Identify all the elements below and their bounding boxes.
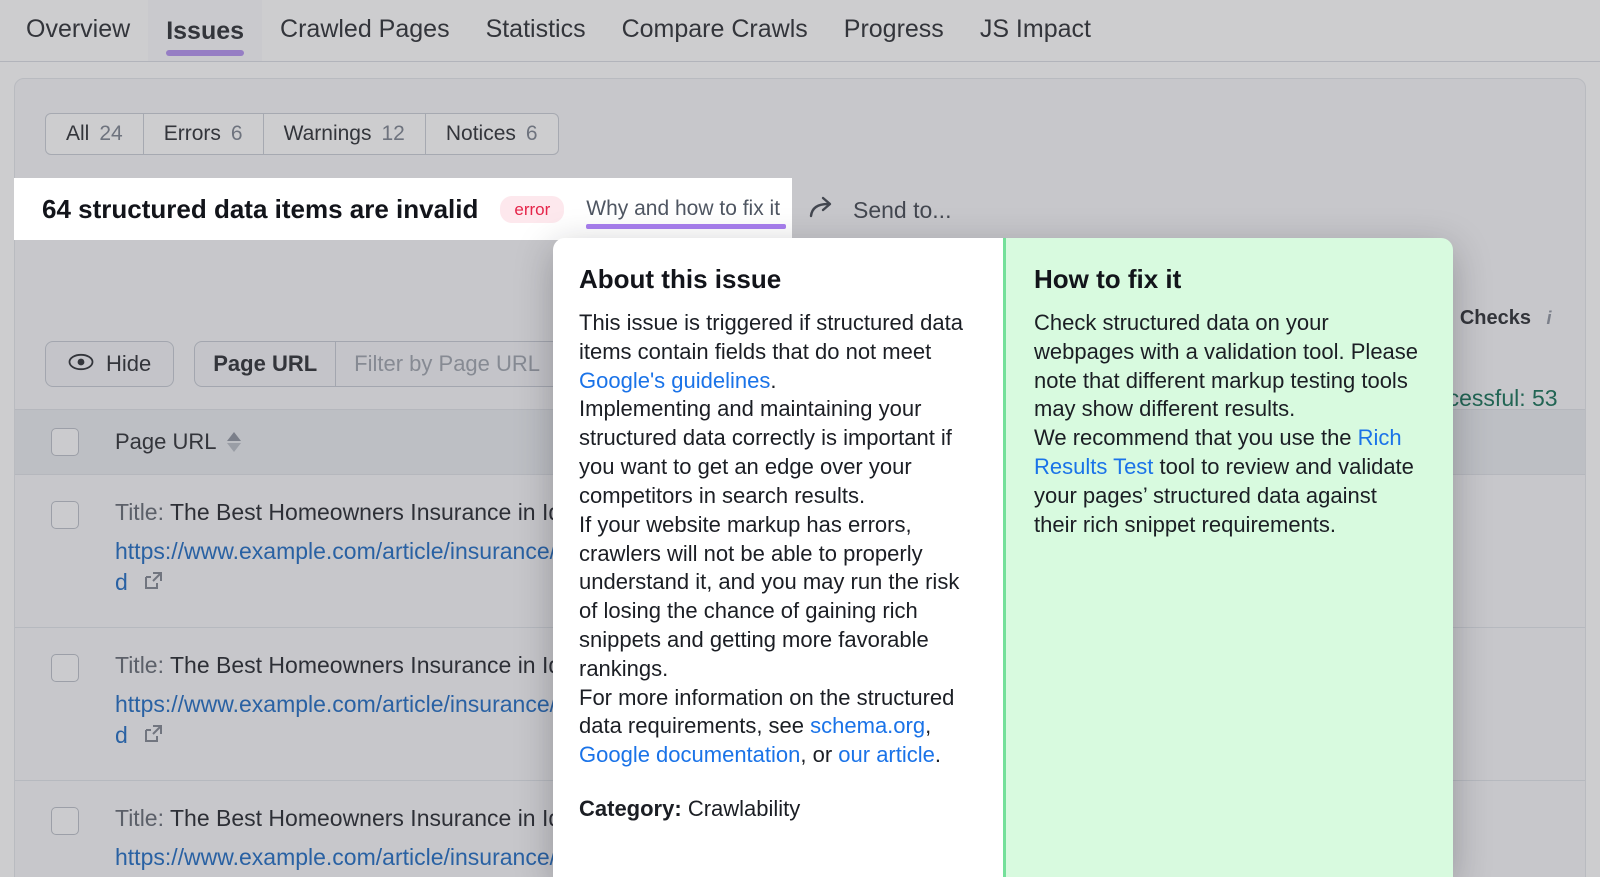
tab-crawled-pages[interactable]: Crawled Pages bbox=[262, 17, 468, 62]
tab-label: Statistics bbox=[485, 15, 586, 43]
pill-label: All bbox=[66, 122, 90, 145]
pill-count: 24 bbox=[99, 122, 123, 145]
row-checkbox[interactable] bbox=[51, 654, 79, 682]
external-link-icon[interactable] bbox=[142, 722, 164, 753]
fix-paragraph-1: Check structured data on your webpages w… bbox=[1034, 310, 1419, 422]
googles-guidelines-link[interactable]: Google's guidelines bbox=[579, 368, 770, 393]
filter-pill-notices[interactable]: Notices 6 bbox=[426, 114, 558, 154]
filter-pill-errors[interactable]: Errors 6 bbox=[144, 114, 264, 154]
row-title-label: Title: bbox=[115, 499, 164, 525]
pill-label: Warnings bbox=[283, 122, 372, 145]
pill-count: 6 bbox=[230, 122, 243, 145]
issue-category: Category: Crawlability bbox=[579, 796, 973, 822]
tab-js-impact[interactable]: JS Impact bbox=[962, 17, 1109, 62]
filter-field-selector[interactable]: Page URL bbox=[195, 342, 337, 386]
tab-statistics[interactable]: Statistics bbox=[468, 17, 604, 62]
pill-count: 6 bbox=[525, 122, 538, 145]
filter-pill-warnings[interactable]: Warnings 12 bbox=[264, 114, 426, 154]
fix-paragraph-2: We recommend that you use the Rich Resul… bbox=[1034, 425, 1414, 537]
app-root: Overview Issues Crawled Pages Statistics… bbox=[0, 0, 1600, 877]
about-heading: About this issue bbox=[579, 264, 782, 294]
tab-label: Crawled Pages bbox=[280, 15, 450, 43]
issue-title-bar: 64 structured data items are invalid err… bbox=[14, 178, 792, 240]
tab-label: Compare Crawls bbox=[621, 15, 808, 43]
select-all-cell bbox=[15, 428, 115, 456]
pill-label: Notices bbox=[445, 122, 516, 145]
tab-label: Issues bbox=[166, 16, 245, 45]
row-select-cell bbox=[15, 803, 115, 835]
about-this-issue-panel: About this issue This issue is triggered… bbox=[553, 238, 1003, 877]
row-select-cell bbox=[15, 650, 115, 682]
tab-issues[interactable]: Issues bbox=[148, 0, 263, 62]
info-icon[interactable]: i bbox=[1539, 308, 1559, 329]
schema-org-link[interactable]: schema.org bbox=[810, 713, 925, 738]
why-and-how-to-fix-it-link[interactable]: Why and how to fix it bbox=[586, 197, 787, 229]
tab-label: Progress bbox=[843, 15, 944, 43]
pill-label: Errors bbox=[163, 122, 221, 145]
category-label: Category: bbox=[579, 796, 682, 821]
severity-filter-group: All 24 Errors 6 Warnings 12 Notices 6 bbox=[45, 113, 559, 155]
category-value: Crawlability bbox=[687, 796, 801, 821]
row-checkbox[interactable] bbox=[51, 807, 79, 835]
fix-heading: How to fix it bbox=[1034, 264, 1182, 294]
tab-overview[interactable]: Overview bbox=[8, 17, 148, 62]
status-badge: error bbox=[500, 195, 565, 223]
pill-count: 12 bbox=[381, 122, 405, 145]
tab-label: Overview bbox=[26, 15, 131, 43]
row-title-label: Title: bbox=[115, 652, 164, 678]
google-documentation-link[interactable]: Google documentation bbox=[579, 742, 800, 767]
tab-progress[interactable]: Progress bbox=[826, 17, 962, 62]
about-paragraph-2: Implementing and maintaining your struct… bbox=[579, 396, 952, 508]
main-navigation: Overview Issues Crawled Pages Statistics… bbox=[0, 0, 1600, 62]
hide-button-label: Hide bbox=[106, 351, 152, 376]
active-tab-indicator bbox=[166, 50, 245, 56]
send-to-button[interactable]: Send to... bbox=[809, 179, 951, 241]
row-checkbox[interactable] bbox=[51, 501, 79, 529]
tab-compare-crawls[interactable]: Compare Crawls bbox=[604, 17, 826, 62]
how-to-fix-it-panel: How to fix it Check structured data on y… bbox=[1003, 238, 1453, 877]
send-to-label: Send to... bbox=[853, 196, 952, 223]
filter-pill-all[interactable]: All 24 bbox=[46, 114, 144, 154]
external-link-icon[interactable] bbox=[142, 569, 164, 600]
sort-arrows-icon[interactable] bbox=[226, 432, 241, 452]
row-select-cell bbox=[15, 497, 115, 529]
column-label: Page URL bbox=[115, 429, 217, 454]
tab-label: JS Impact bbox=[979, 15, 1091, 43]
our-article-link[interactable]: our article bbox=[838, 742, 935, 767]
page-title: 64 structured data items are invalid bbox=[42, 193, 479, 224]
share-arrow-icon bbox=[809, 195, 839, 225]
eye-icon bbox=[68, 351, 94, 377]
row-title-label: Title: bbox=[115, 805, 164, 831]
about-paragraph-4: For more information on the structured d… bbox=[579, 684, 955, 768]
hide-button[interactable]: Hide bbox=[45, 341, 175, 387]
issue-help-popover: About this issue This issue is triggered… bbox=[553, 238, 1453, 877]
fix-link-underline bbox=[586, 224, 787, 229]
select-all-checkbox[interactable] bbox=[51, 428, 79, 456]
about-paragraph-1: This issue is triggered if structured da… bbox=[579, 310, 963, 393]
about-paragraph-3: If your website markup has errors, crawl… bbox=[579, 511, 960, 681]
fix-link-label: Why and how to fix it bbox=[586, 197, 781, 220]
